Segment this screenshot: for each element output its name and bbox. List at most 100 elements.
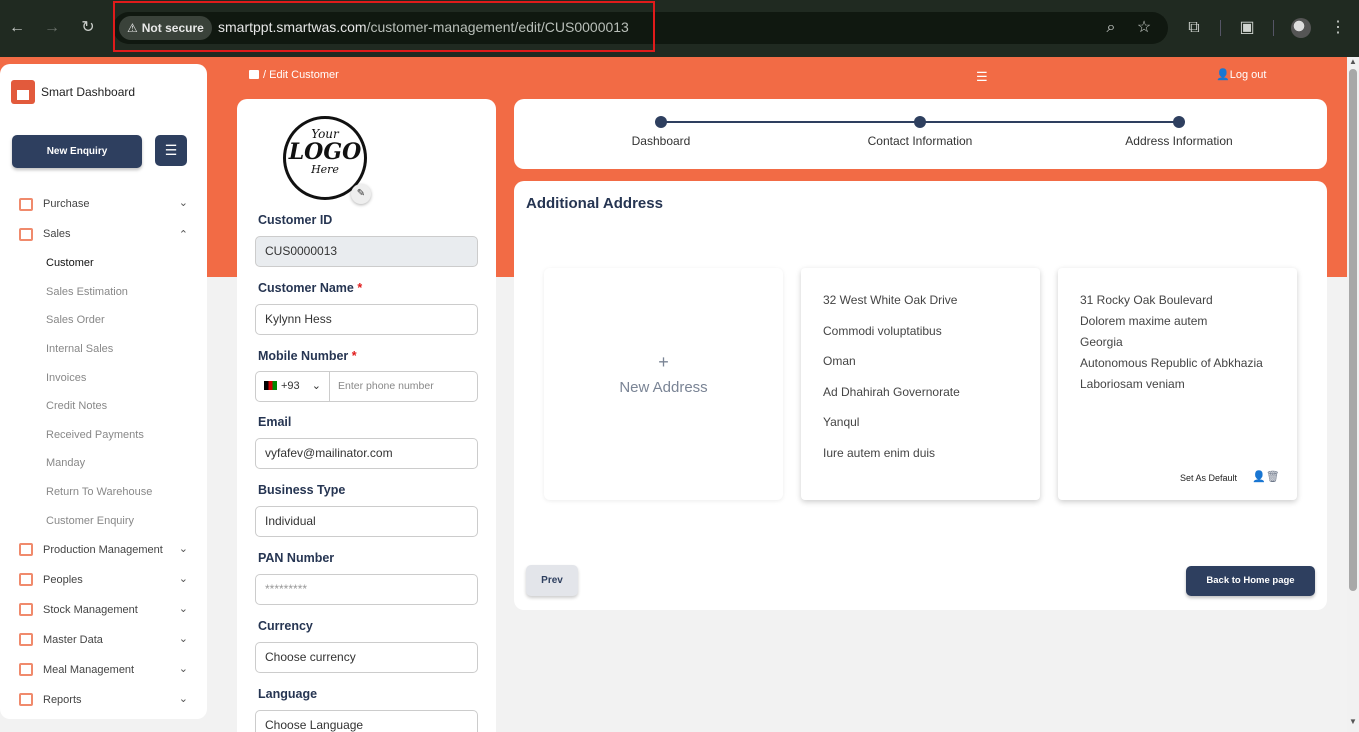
profile-avatar[interactable] bbox=[1291, 18, 1311, 38]
toolbar-divider bbox=[1220, 20, 1221, 36]
customer-name-field[interactable]: Kylynn Hess bbox=[255, 304, 478, 335]
address-card[interactable]: 31 Rocky Oak Boulevard Dolorem maxime au… bbox=[1058, 268, 1297, 500]
stock-icon bbox=[19, 603, 33, 617]
step-dot[interactable] bbox=[914, 116, 926, 128]
new-enquiry-button[interactable]: New Enquiry bbox=[12, 135, 142, 168]
scroll-down-icon[interactable]: ▼ bbox=[1349, 717, 1357, 726]
address-line: Georgia bbox=[1080, 335, 1123, 349]
sidebar-subitem-invoices[interactable]: Invoices bbox=[0, 363, 207, 392]
scrollbar-thumb[interactable] bbox=[1349, 69, 1357, 591]
logout-link[interactable]: 👤Log out bbox=[1216, 68, 1266, 81]
chevron-down-icon: ⌄ bbox=[178, 572, 188, 585]
sidebar-item-master-data[interactable]: Master Data ⌄ bbox=[0, 625, 207, 655]
sidebar-item-stock-management[interactable]: Stock Management ⌄ bbox=[0, 595, 207, 625]
address-line: 32 West White Oak Drive bbox=[823, 293, 958, 307]
address-actions: 👤🗑 bbox=[1252, 470, 1280, 483]
additional-address-card: Additional Address + New Address 32 West… bbox=[514, 181, 1327, 610]
address-line: Autonomous Republic of Abkhazia bbox=[1080, 356, 1263, 370]
set-as-default-link[interactable]: Set As Default bbox=[1180, 473, 1237, 483]
business-type-label: Business Type bbox=[258, 483, 346, 497]
user-edit-icon[interactable]: 👤 bbox=[1252, 471, 1266, 483]
page-scrollbar[interactable]: ▲ ▼ bbox=[1347, 57, 1359, 732]
sidebar-subitem-return-to-warehouse[interactable]: Return To Warehouse bbox=[0, 478, 207, 507]
address-line: 31 Rocky Oak Boulevard bbox=[1080, 293, 1213, 307]
sidebar-subitem-manday[interactable]: Manday bbox=[0, 449, 207, 478]
address-line: Iure autem enim duis bbox=[823, 445, 936, 460]
language-select[interactable]: Choose Language bbox=[255, 710, 478, 732]
sidebar-subitem-credit-notes[interactable]: Credit Notes bbox=[0, 392, 207, 421]
country-code-select[interactable]: +93 ⌄ bbox=[255, 371, 330, 402]
chevron-down-icon: ⌄ bbox=[178, 602, 188, 615]
sidebar-subitem-internal-sales[interactable]: Internal Sales bbox=[0, 335, 207, 364]
user-icon: 👤 bbox=[1216, 69, 1230, 81]
step-contact-information[interactable]: Contact Information bbox=[820, 134, 1020, 148]
sidebar-item-meal-management[interactable]: Meal Management ⌄ bbox=[0, 655, 207, 685]
business-type-field[interactable]: Individual bbox=[255, 506, 478, 537]
sidebar-item-label: Sales bbox=[43, 228, 71, 240]
step-dot[interactable] bbox=[1173, 116, 1185, 128]
toolbar-divider bbox=[1273, 20, 1274, 36]
step-dot[interactable] bbox=[655, 116, 667, 128]
tab-search-icon[interactable]: ▣ bbox=[1236, 17, 1258, 39]
country-code-value: +93 bbox=[281, 380, 300, 392]
mobile-number-label-text: Mobile Number bbox=[258, 349, 349, 363]
step-address-information[interactable]: Address Information bbox=[1079, 134, 1279, 148]
brand[interactable]: Smart Dashboard bbox=[11, 80, 135, 104]
people-icon bbox=[19, 573, 33, 587]
chevron-down-icon: ⌄ bbox=[178, 692, 188, 705]
back-arrow-icon[interactable]: ← bbox=[7, 18, 27, 38]
star-icon[interactable]: ☆ bbox=[1133, 17, 1155, 39]
more-menu-icon[interactable]: ⋮ bbox=[1327, 17, 1349, 39]
zoom-icon[interactable]: ⌕ bbox=[1100, 17, 1122, 39]
prev-button[interactable]: Prev bbox=[526, 565, 578, 596]
sidebar-item-peoples[interactable]: Peoples ⌄ bbox=[0, 565, 207, 595]
chevron-down-icon: ⌄ bbox=[178, 542, 188, 555]
page-content: Smart Dashboard New Enquiry ☰ Purchase ⌄… bbox=[0, 57, 1347, 732]
edit-logo-pencil-icon[interactable]: ✎ bbox=[351, 184, 371, 204]
customer-id-field: CUS0000013 bbox=[255, 236, 478, 267]
reload-icon[interactable]: ↻ bbox=[78, 18, 98, 38]
sidebar-menu-button[interactable]: ☰ bbox=[155, 135, 187, 166]
sidebar-subitem-sales-order[interactable]: Sales Order bbox=[0, 306, 207, 335]
mobile-number-label: Mobile Number * bbox=[258, 349, 357, 363]
chevron-down-icon: ⌄ bbox=[311, 380, 321, 392]
home-icon[interactable] bbox=[249, 70, 259, 79]
sidebar-item-purchase[interactable]: Purchase ⌄ bbox=[0, 189, 207, 219]
brand-name: Smart Dashboard bbox=[41, 85, 136, 99]
sidebar-item-reports[interactable]: Reports ⌄ bbox=[0, 685, 207, 715]
address-card[interactable]: 32 West White Oak Drive Commodi voluptat… bbox=[801, 268, 1040, 500]
production-icon bbox=[19, 543, 33, 557]
logo-text-line: LOGO bbox=[288, 139, 362, 165]
chevron-down-icon: ⌄ bbox=[178, 632, 188, 645]
sidebar-item-label: Stock Management bbox=[43, 603, 138, 616]
email-label: Email bbox=[258, 415, 292, 429]
email-field[interactable]: vyfafev@mailinator.com bbox=[255, 438, 478, 469]
step-dashboard[interactable]: Dashboard bbox=[561, 134, 761, 148]
currency-select[interactable]: Choose currency bbox=[255, 642, 478, 673]
scroll-up-icon[interactable]: ▲ bbox=[1349, 57, 1357, 66]
factory-icon bbox=[11, 80, 35, 104]
cart-icon bbox=[19, 197, 33, 211]
sidebar-item-production-management[interactable]: Production Management ⌄ bbox=[0, 535, 207, 565]
hamburger-menu-icon[interactable]: ☰ bbox=[976, 69, 988, 85]
sidebar-subitem-sales-estimation[interactable]: Sales Estimation bbox=[0, 278, 207, 307]
phone-number-input[interactable]: Enter phone number bbox=[330, 371, 478, 402]
sidebar-subitem-customer-enquiry[interactable]: Customer Enquiry bbox=[0, 506, 207, 535]
sidebar-subitem-customer[interactable]: Customer bbox=[0, 249, 207, 278]
pan-number-field[interactable]: ********* bbox=[255, 574, 478, 605]
forward-arrow-icon[interactable]: → bbox=[42, 18, 62, 38]
sidebar-subitem-received-payments[interactable]: Received Payments bbox=[0, 421, 207, 450]
extensions-icon[interactable]: ⧉ bbox=[1183, 17, 1205, 39]
sidebar-item-sales[interactable]: Sales ⌃ bbox=[0, 219, 207, 249]
section-title: Additional Address bbox=[526, 195, 663, 212]
new-address-button[interactable]: + New Address bbox=[544, 268, 783, 500]
language-label: Language bbox=[258, 687, 318, 701]
progress-stepper: Dashboard Contact Information Address In… bbox=[514, 99, 1327, 169]
required-asterisk: * bbox=[357, 281, 363, 295]
address-line: Commodi voluptatibus bbox=[823, 323, 942, 338]
trash-icon[interactable]: 🗑 bbox=[1266, 471, 1280, 483]
back-to-home-button[interactable]: Back to Home page bbox=[1186, 566, 1315, 596]
chevron-down-icon: ⌄ bbox=[178, 197, 188, 209]
breadcrumb: / Edit Customer bbox=[249, 69, 339, 81]
logout-label: Log out bbox=[1229, 69, 1267, 81]
